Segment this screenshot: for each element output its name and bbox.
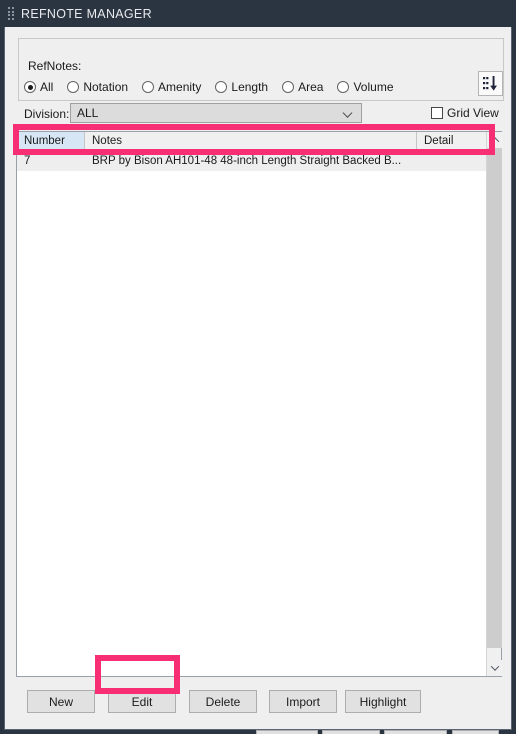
radio-area-mark	[282, 81, 295, 93]
refnotes-group-legend: RefNotes:	[25, 59, 85, 73]
radio-all-label: All	[40, 80, 54, 94]
column-header-number[interactable]: Number	[17, 132, 85, 149]
refnote-manager-dialog: RefNotes: All Notation Amenity Length Ar…	[4, 27, 512, 734]
chevron-up-icon[interactable]	[487, 132, 502, 148]
chevron-down-icon	[344, 109, 353, 115]
radio-volume-label: Volume	[353, 80, 394, 94]
division-label: Division:	[24, 107, 70, 121]
place-button[interactable]: Place	[256, 730, 318, 734]
sort-descending-icon	[483, 76, 497, 91]
window-title: REFNOTE MANAGER	[21, 6, 152, 21]
cell-notes: BRP by Bison AH101-48 48-inch Length Str…	[92, 155, 402, 167]
division-select[interactable]: ALL	[70, 103, 362, 123]
listview-rows: 7 BRP by Bison AH101-48 48-inch Length S…	[17, 151, 486, 676]
refnotes-listview: Number Notes Detail 7 BRP by Bison AH101…	[16, 131, 502, 677]
column-header-notes[interactable]: Notes	[85, 132, 417, 149]
import-button[interactable]: Import	[269, 690, 337, 713]
radio-all-mark	[24, 81, 36, 93]
chevron-down-icon[interactable]	[487, 660, 502, 676]
vertical-scrollbar[interactable]	[486, 132, 502, 676]
grid-view-label: Grid View	[447, 106, 499, 120]
cell-number: 7	[24, 155, 31, 167]
table-row[interactable]: 7 BRP by Bison AH101-48 48-inch Length S…	[17, 151, 486, 171]
radio-area-label: Area	[298, 80, 324, 94]
division-value: ALL	[77, 106, 99, 120]
radio-volume-mark	[337, 81, 350, 93]
radio-area[interactable]: Area	[282, 80, 323, 94]
window-titlebar: REFNOTE MANAGER	[0, 0, 516, 27]
sort-button[interactable]	[478, 71, 503, 96]
grid-view-checkbox[interactable]: Grid View	[431, 106, 499, 120]
callout-button[interactable]: Callout	[322, 730, 380, 734]
help-button[interactable]: Help	[452, 730, 499, 734]
radio-length-label: Length	[231, 80, 269, 94]
refnote-type-radio-group: All Notation Amenity Length Area Volume	[24, 80, 408, 94]
radio-all[interactable]: All	[24, 80, 53, 94]
highlight-button[interactable]: Highlight	[345, 690, 421, 713]
delete-button[interactable]: Delete	[189, 690, 257, 713]
radio-length-mark	[215, 81, 228, 93]
radio-notation-label: Notation	[83, 80, 129, 94]
new-button[interactable]: New	[27, 690, 95, 713]
grid-view-checkbox-box	[431, 107, 443, 119]
radio-amenity-label: Amenity	[158, 80, 202, 94]
radio-amenity[interactable]: Amenity	[142, 80, 201, 94]
scrollbar-thumb[interactable]	[487, 148, 502, 648]
drag-grip-icon[interactable]	[6, 7, 16, 21]
schedule-button[interactable]: Schedule	[384, 730, 447, 734]
radio-volume[interactable]: Volume	[337, 80, 394, 94]
radio-notation[interactable]: Notation	[67, 80, 128, 94]
edit-button[interactable]: Edit	[108, 690, 176, 713]
radio-length[interactable]: Length	[215, 80, 268, 94]
radio-amenity-mark	[142, 81, 155, 93]
radio-notation-mark	[67, 81, 80, 93]
listview-header: Number Notes Detail	[17, 132, 501, 150]
